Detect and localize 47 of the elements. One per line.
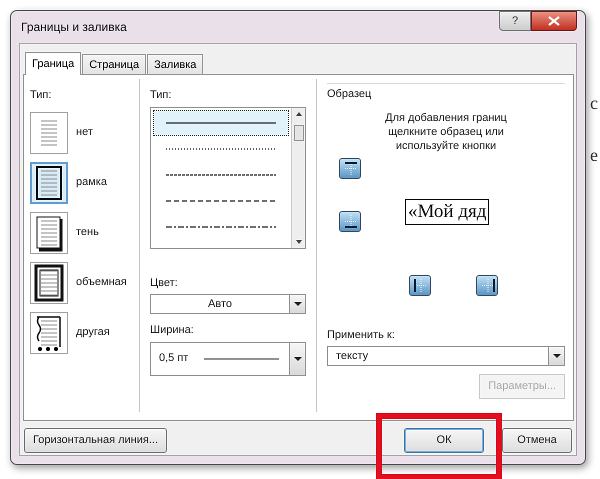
border-setting-option[interactable]: нет xyxy=(30,108,93,158)
width-value: 0,5 пт xyxy=(159,351,188,366)
setting-label: рамка xyxy=(76,175,107,190)
border-right-button[interactable] xyxy=(476,274,498,296)
dropdown-arrow-icon xyxy=(294,356,302,362)
border-left-button[interactable] xyxy=(409,274,431,296)
apply-to-value: тексту xyxy=(335,348,370,364)
tab[interactable]: Заливка xyxy=(147,54,204,74)
help-button[interactable]: ? xyxy=(499,11,531,31)
setting-label: тень xyxy=(76,225,99,240)
dropdown-arrow-icon xyxy=(294,301,302,307)
color-label: Цвет: xyxy=(150,276,179,290)
apply-to-label: Применить к: xyxy=(327,328,396,342)
width-dropdown[interactable]: 0,5 пт xyxy=(150,342,306,376)
tab[interactable]: Страница xyxy=(82,54,146,74)
color-value: Авто xyxy=(207,296,233,312)
setting-label: Тип: xyxy=(30,88,52,103)
border-setting-option[interactable]: рамка xyxy=(30,158,107,208)
tab[interactable]: Граница xyxy=(25,52,82,75)
dropdown-arrow-icon xyxy=(552,353,560,359)
border-setting-option[interactable]: тень xyxy=(30,208,99,258)
setting-label: другая xyxy=(76,325,110,340)
group-label: Образец xyxy=(327,88,372,100)
document-text: е xyxy=(590,144,598,167)
document-text: с xyxy=(590,92,598,115)
close-icon xyxy=(548,16,560,26)
preview-sample[interactable]: «Мой дяд xyxy=(405,198,490,224)
apply-to-dropdown[interactable]: тексту xyxy=(327,346,565,366)
border-setting-option[interactable]: другая xyxy=(30,308,110,358)
horizontal-line-button[interactable]: Горизонтальная линия... xyxy=(24,428,168,453)
setting-label: нет xyxy=(76,125,93,140)
style-label: Тип: xyxy=(150,88,172,103)
close-button[interactable] xyxy=(531,11,577,31)
line-style-list[interactable] xyxy=(150,106,306,248)
preview-hint: Для добавления границ щелкните образец или используйте кнопки xyxy=(384,110,508,152)
ok-button[interactable]: ОК xyxy=(404,428,484,453)
line-style-option[interactable] xyxy=(153,110,289,136)
scroll-thumb[interactable] xyxy=(294,124,304,140)
color-dropdown[interactable]: Авто xyxy=(150,294,306,314)
window-title: Границы и заливка xyxy=(20,19,127,36)
border-bottom-button[interactable] xyxy=(339,210,361,232)
border-top-button[interactable] xyxy=(339,158,361,178)
setting-label: объемная xyxy=(76,275,127,290)
border-setting-option[interactable]: объемная xyxy=(30,258,127,308)
scrollbar[interactable] xyxy=(291,108,305,248)
cancel-button[interactable]: Отмена xyxy=(502,428,572,453)
width-label: Ширина: xyxy=(150,323,195,338)
